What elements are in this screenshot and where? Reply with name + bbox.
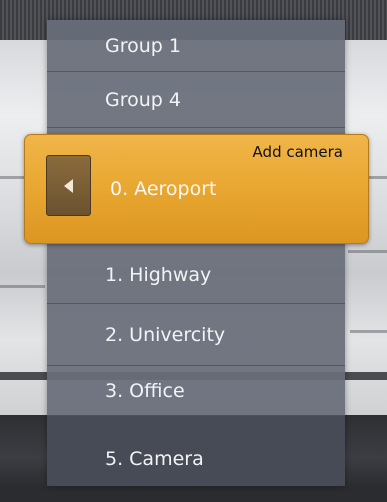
selected-camera-item[interactable]: Add camera 0. Aeroport (24, 134, 369, 244)
menu-item-label: 2. Univercity (105, 324, 226, 346)
menu-item-group-4[interactable]: Group 4 (47, 72, 345, 128)
selected-camera-label: 0. Aeroport (110, 178, 217, 200)
menu-item-camera-3[interactable]: 3. Office (47, 366, 345, 416)
menu-item-group-1[interactable]: Group 1 (47, 20, 345, 72)
background-streak (350, 330, 387, 333)
background-streak (348, 250, 387, 253)
background-streak (0, 285, 45, 288)
menu-item-label: Group 4 (105, 89, 181, 111)
camera-dropdown-menu: Group 1 Group 4 1. Highway 2. Univercity… (47, 20, 345, 486)
menu-item-label: Group 1 (105, 35, 181, 57)
add-camera-link[interactable]: Add camera (253, 143, 343, 161)
menu-item-camera-5[interactable]: 5. Camera (47, 416, 345, 486)
menu-item-label: 3. Office (105, 380, 185, 402)
back-button[interactable] (46, 155, 91, 216)
menu-item-camera-1[interactable]: 1. Highway (47, 246, 345, 304)
menu-item-label: 1. Highway (105, 264, 212, 286)
menu-item-camera-2[interactable]: 2. Univercity (47, 304, 345, 366)
menu-item-label: 5. Camera (105, 448, 204, 470)
triangle-left-icon (64, 179, 73, 193)
